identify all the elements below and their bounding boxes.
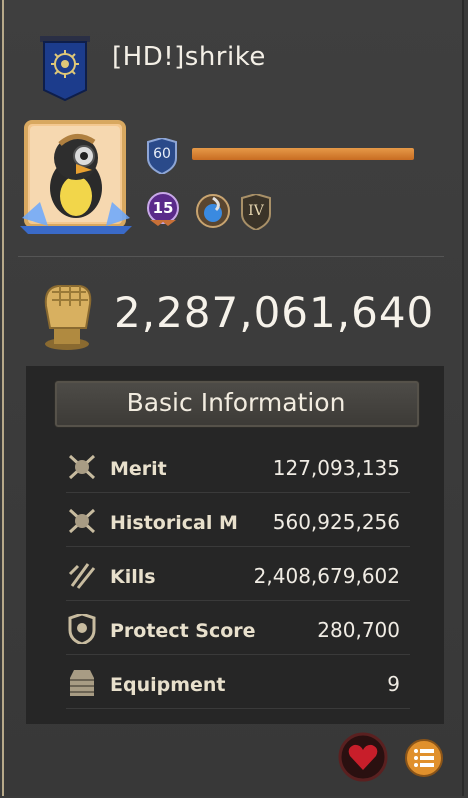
- info-row-label: Equipment: [110, 674, 226, 696]
- info-row-merit: Merit 127,093,135: [66, 444, 410, 493]
- basic-information-title: Basic Information: [126, 388, 346, 417]
- experience-bar-fill: [192, 148, 414, 160]
- info-row-value: 127,093,135: [272, 456, 400, 480]
- experience-bar: [192, 148, 414, 160]
- power-fist-icon: [44, 285, 92, 350]
- info-row-protect-score: Protect Score 280,700: [66, 606, 410, 655]
- info-row-value: 9: [387, 672, 400, 696]
- orb-emblem-icon[interactable]: [194, 192, 232, 230]
- shield-icon: [68, 614, 96, 644]
- info-row-historical-merit: Historical M 560,925,256: [66, 498, 410, 547]
- armor-icon: [70, 670, 94, 696]
- info-row-label: Kills: [110, 566, 156, 588]
- rank-number: 15: [152, 199, 174, 217]
- like-heart-button[interactable]: [338, 732, 388, 782]
- player-level: 60: [153, 146, 171, 162]
- info-row-value: 560,925,256: [272, 510, 400, 534]
- info-row-value: 2,408,679,602: [253, 564, 400, 588]
- player-avatar[interactable]: [20, 118, 132, 236]
- info-row-value: 280,700: [317, 618, 400, 642]
- info-row-label: Merit: [110, 458, 167, 480]
- section-divider: [18, 256, 444, 257]
- info-row-kills: Kills 2,408,679,602: [66, 552, 410, 601]
- info-row-label: Historical M: [110, 512, 238, 534]
- info-row-label: Protect Score: [110, 620, 256, 642]
- power-value: 2,287,061,640: [114, 288, 435, 337]
- alliance-banner-icon[interactable]: [40, 36, 90, 102]
- player-name: [HD!]shrike: [112, 42, 266, 72]
- list-menu-button[interactable]: [404, 738, 444, 778]
- info-row-equipment: Equipment 9: [66, 660, 410, 709]
- crossed-swords-skull-icon: [68, 454, 96, 480]
- slash-icon: [68, 563, 96, 589]
- crossed-swords-skull-icon: [68, 508, 96, 534]
- tier-numeral: IV: [248, 203, 264, 219]
